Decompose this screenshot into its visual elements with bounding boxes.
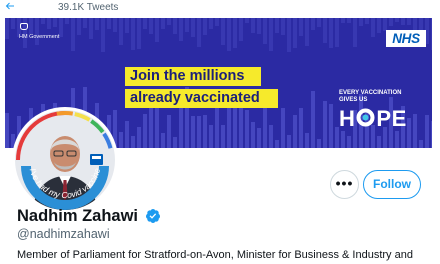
hope-wordmark: H PE [339, 106, 407, 131]
vaccine-o-icon [356, 108, 375, 127]
profile-avatar[interactable]: I've had my Covid vaccine [12, 107, 118, 213]
more-options-button[interactable]: ••• [330, 170, 359, 199]
verified-badge-icon[interactable] [145, 208, 161, 224]
profile-name-row: Nadhim Zahawi [17, 206, 161, 226]
display-name: Nadhim Zahawi [17, 207, 139, 225]
tweet-count: 39.1K Tweets [58, 2, 119, 13]
hm-government-label: HM Government [19, 34, 60, 40]
profile-bio: Member of Parliament for Stratford-on-Av… [17, 249, 413, 261]
royal-crest-icon [19, 23, 28, 30]
profile-header-bar: 39.1K Tweets [0, 0, 440, 17]
follow-button[interactable]: Follow [363, 170, 421, 199]
banner-tagline: EVERY VACCINATION GIVES US [339, 90, 402, 103]
profile-handle: @nadhimzahawi [17, 227, 110, 241]
follow-button-label: Follow [373, 177, 411, 191]
headline-line-1: Join the millions [125, 67, 261, 86]
arrow-left-icon[interactable] [4, 0, 16, 12]
avatar[interactable]: I've had my Covid vaccine [15, 110, 115, 210]
more-options-icon: ••• [335, 175, 354, 191]
headline-line-2: already vaccinated [125, 89, 278, 108]
nhs-logo: NHS [386, 30, 426, 47]
banner-headline: Join the millions already vaccinated [125, 67, 278, 108]
